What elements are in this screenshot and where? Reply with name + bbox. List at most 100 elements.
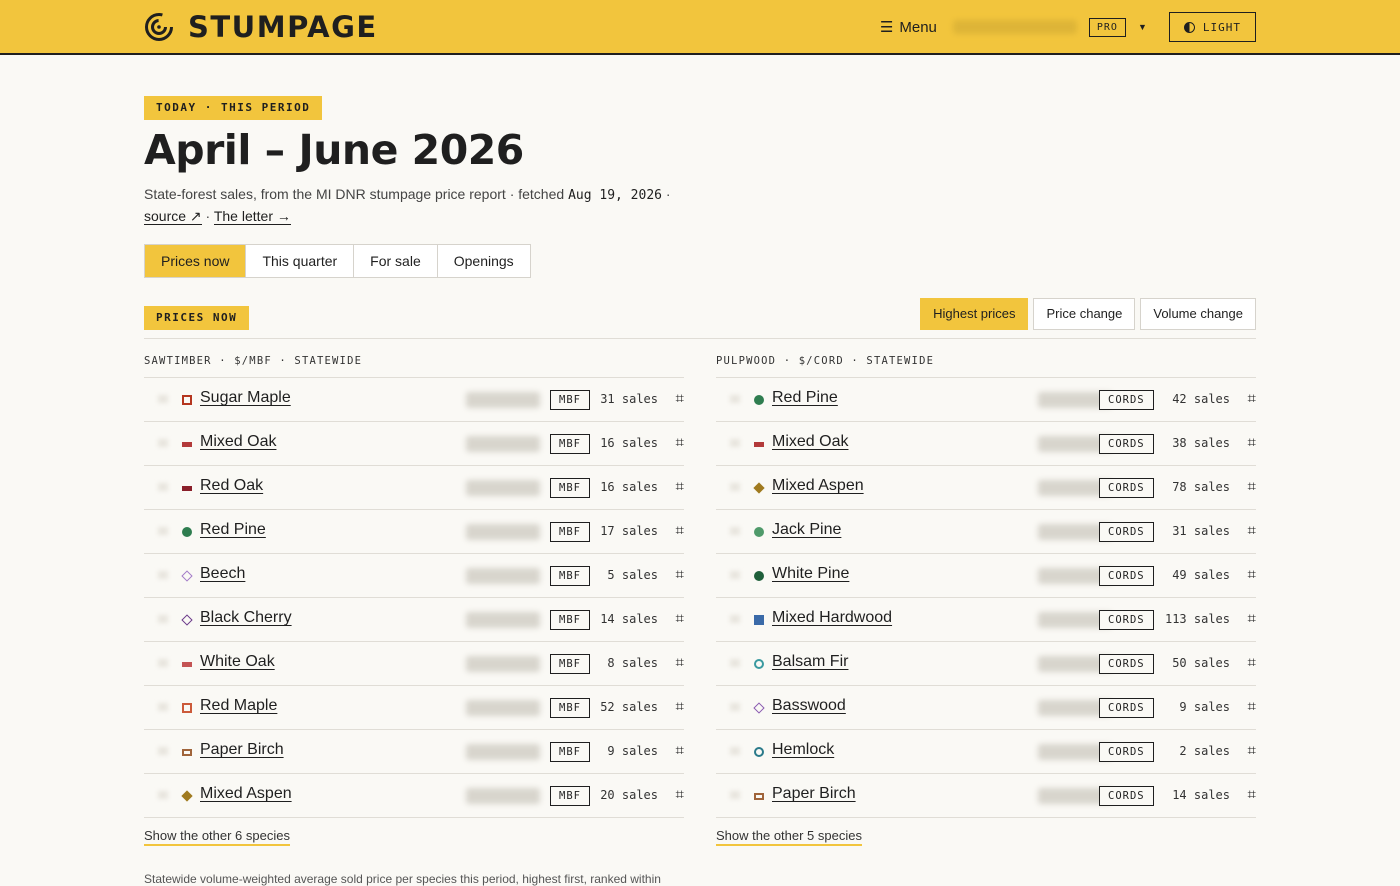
table-row[interactable]: Mixed Aspen CORDS 78 sales ⌗ (716, 466, 1256, 510)
table-row[interactable]: Basswood CORDS 9 sales ⌗ (716, 686, 1256, 730)
source-link[interactable]: source ↗ (144, 208, 202, 225)
table-row[interactable]: Paper Birch MBF 9 sales ⌗ (144, 730, 684, 774)
show-more-sawtimber-link[interactable]: Show the other 6 species (144, 828, 290, 846)
permalink-icon[interactable]: ⌗ (1248, 389, 1256, 407)
permalink-icon[interactable]: ⌗ (676, 741, 684, 759)
show-more-pulpwood-link[interactable]: Show the other 5 species (716, 828, 862, 846)
menu-button[interactable]: ☰ Menu (879, 18, 937, 37)
price-value (466, 392, 540, 408)
species-link[interactable]: Jack Pine (772, 521, 841, 539)
table-row[interactable]: Hemlock CORDS 2 sales ⌗ (716, 730, 1256, 774)
permalink-icon[interactable]: ⌗ (676, 477, 684, 495)
species-link[interactable]: Balsam Fir (772, 653, 848, 671)
permalink-icon[interactable]: ⌗ (1248, 565, 1256, 583)
subtitle-text: State-forest sales, from the MI DNR stum… (144, 186, 565, 202)
menu-label: Menu (899, 18, 937, 36)
permalink-icon[interactable]: ⌗ (1248, 653, 1256, 671)
table-row[interactable]: Mixed Aspen MBF 20 sales ⌗ (144, 774, 684, 818)
permalink-icon[interactable]: ⌗ (676, 697, 684, 715)
tab-for-sale[interactable]: For sale (354, 245, 438, 277)
unit-badge: MBF (550, 478, 590, 498)
species-link[interactable]: Paper Birch (772, 785, 856, 803)
species-link[interactable]: Mixed Hardwood (772, 609, 892, 627)
species-link[interactable]: Beech (200, 565, 245, 583)
table-row[interactable]: Red Pine MBF 17 sales ⌗ (144, 510, 684, 554)
table-row[interactable]: Mixed Oak MBF 16 sales ⌗ (144, 422, 684, 466)
letter-link[interactable]: The letter → (213, 208, 291, 225)
table-row[interactable]: Beech MBF 5 sales ⌗ (144, 554, 684, 598)
unit-badge: CORDS (1099, 786, 1154, 806)
species-link[interactable]: Black Cherry (200, 609, 292, 627)
permalink-icon[interactable]: ⌗ (676, 565, 684, 583)
rank-number (158, 747, 168, 755)
permalink-icon[interactable]: ⌗ (676, 653, 684, 671)
species-link[interactable]: Red Pine (200, 521, 266, 539)
species-link[interactable]: White Oak (200, 653, 275, 671)
species-link[interactable]: Mixed Oak (772, 433, 848, 451)
table-row[interactable]: Balsam Fir CORDS 50 sales ⌗ (716, 642, 1256, 686)
tab-openings[interactable]: Openings (437, 245, 530, 277)
rank-number (158, 395, 168, 403)
table-row[interactable]: Red Pine CORDS 42 sales ⌗ (716, 378, 1256, 422)
unit-badge: MBF (550, 610, 590, 630)
permalink-icon[interactable]: ⌗ (1248, 521, 1256, 539)
table-row[interactable]: Mixed Oak CORDS 38 sales ⌗ (716, 422, 1256, 466)
unit-badge: CORDS (1099, 566, 1154, 586)
tab-this-quarter[interactable]: This quarter (246, 245, 355, 277)
permalink-icon[interactable]: ⌗ (676, 521, 684, 539)
permalink-icon[interactable]: ⌗ (1248, 477, 1256, 495)
brand[interactable]: STUMPAGE (144, 10, 378, 44)
unit-badge: MBF (550, 742, 590, 762)
species-link[interactable]: Mixed Oak (200, 433, 276, 451)
rank-number (158, 615, 168, 623)
permalink-icon[interactable]: ⌗ (1248, 697, 1256, 715)
permalink-icon[interactable]: ⌗ (1248, 741, 1256, 759)
species-link[interactable]: Hemlock (772, 741, 834, 759)
species-link[interactable]: Paper Birch (200, 741, 284, 759)
permalink-icon[interactable]: ⌗ (676, 389, 684, 407)
table-row[interactable]: Red Maple MBF 52 sales ⌗ (144, 686, 684, 730)
table-row[interactable]: Red Oak MBF 16 sales ⌗ (144, 466, 684, 510)
sales-count: 20 sales (600, 788, 658, 802)
sales-count: 113 sales (1164, 612, 1230, 626)
species-link[interactable]: Sugar Maple (200, 389, 291, 407)
rank-number (158, 483, 168, 491)
pulpwood-heading: PULPWOOD · $/CORD · STATEWIDE (716, 352, 1256, 378)
unit-badge: CORDS (1099, 390, 1154, 410)
permalink-icon[interactable]: ⌗ (1248, 433, 1256, 451)
rank-number (730, 791, 740, 799)
permalink-icon[interactable]: ⌗ (676, 609, 684, 627)
rank-number (730, 571, 740, 579)
sort-highest-prices-button[interactable]: Highest prices (920, 298, 1029, 330)
permalink-icon[interactable]: ⌗ (1248, 609, 1256, 627)
species-link[interactable]: Mixed Aspen (772, 477, 864, 495)
sales-count: 14 sales (600, 612, 658, 626)
table-row[interactable]: White Pine CORDS 49 sales ⌗ (716, 554, 1256, 598)
table-row[interactable]: White Oak MBF 8 sales ⌗ (144, 642, 684, 686)
theme-toggle-button[interactable]: LIGHT (1168, 12, 1256, 42)
unit-badge: MBF (550, 522, 590, 542)
rank-number (730, 615, 740, 623)
tab-prices-now[interactable]: Prices now (145, 245, 247, 277)
unit-badge: CORDS (1099, 654, 1154, 674)
species-link[interactable]: Basswood (772, 697, 846, 715)
species-link[interactable]: Red Oak (200, 477, 263, 495)
permalink-icon[interactable]: ⌗ (676, 785, 684, 803)
account-email[interactable] (952, 20, 1077, 34)
table-row[interactable]: Black Cherry MBF 14 sales ⌗ (144, 598, 684, 642)
table-row[interactable]: Sugar Maple MBF 31 sales ⌗ (144, 378, 684, 422)
table-row[interactable]: Mixed Hardwood CORDS 113 sales ⌗ (716, 598, 1256, 642)
contrast-icon (1183, 21, 1195, 33)
permalink-icon[interactable]: ⌗ (676, 433, 684, 451)
sort-volume-change-button[interactable]: Volume change (1140, 298, 1256, 330)
hamburger-icon: ☰ (879, 19, 894, 36)
species-link[interactable]: Mixed Aspen (200, 785, 292, 803)
permalink-icon[interactable]: ⌗ (1248, 785, 1256, 803)
sort-price-change-button[interactable]: Price change (1033, 298, 1136, 330)
species-link[interactable]: Red Pine (772, 389, 838, 407)
species-link[interactable]: Red Maple (200, 697, 277, 715)
chevron-down-icon[interactable]: ▼ (1138, 22, 1147, 32)
table-row[interactable]: Jack Pine CORDS 31 sales ⌗ (716, 510, 1256, 554)
species-link[interactable]: White Pine (772, 565, 849, 583)
table-row[interactable]: Paper Birch CORDS 14 sales ⌗ (716, 774, 1256, 818)
